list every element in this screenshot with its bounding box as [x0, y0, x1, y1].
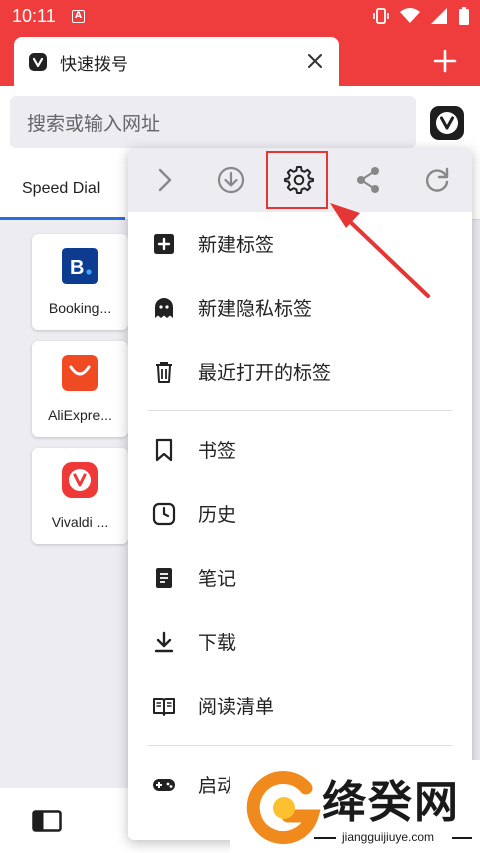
signal-icon [431, 8, 447, 24]
tab-title: 快速拨号 [60, 55, 128, 75]
menu-item-new-private-tab[interactable]: 新建隐私标签 [128, 276, 472, 340]
menu-item-label: 最近打开的标签 [198, 362, 332, 384]
download-icon[interactable] [215, 164, 247, 196]
tab-strip: 快速拨号 [0, 34, 480, 86]
aliexpress-logo-icon [62, 355, 98, 391]
status-bar: 10:11 A [0, 0, 480, 34]
notes-icon [156, 568, 172, 588]
menu-item-history[interactable]: 历史 [128, 482, 472, 546]
active-tab[interactable]: 快速拨号 [14, 37, 339, 86]
menu-item-notes[interactable]: 笔记 [128, 546, 472, 610]
watermark-line [452, 837, 472, 839]
clock-icon [152, 502, 176, 526]
status-icons [372, 6, 470, 26]
tile-label: AliExpre... [48, 407, 112, 423]
reload-icon[interactable] [421, 164, 453, 196]
add-tab-icon [154, 234, 174, 254]
watermark-title: 绛癸网 [322, 777, 460, 828]
panel-icon[interactable] [32, 810, 62, 832]
address-placeholder: 搜索或输入网址 [27, 113, 161, 135]
wifi-icon [400, 8, 420, 23]
menu-item-recent-tabs[interactable]: 最近打开的标签 [128, 340, 472, 404]
menu-item-new-tab[interactable]: 新建标签 [128, 212, 472, 276]
trash-icon [156, 362, 172, 383]
highlight-box [266, 151, 328, 209]
address-input[interactable]: 搜索或输入网址 [10, 96, 416, 148]
menu-item-label: 下载 [198, 632, 237, 654]
vivaldi-icon [29, 53, 47, 71]
menu-divider [148, 745, 452, 746]
notification-icon: A [72, 10, 85, 23]
watermark: 绛癸网 jiangguijiuye.com [230, 760, 480, 853]
tile-label: Booking... [48, 300, 112, 316]
menu-item-label: 新建标签 [198, 234, 275, 256]
close-icon[interactable] [303, 49, 327, 73]
download-icon [154, 631, 174, 653]
watermark-line [314, 837, 336, 839]
menu-item-label: 历史 [198, 504, 237, 526]
status-time: 10:11 [12, 6, 56, 26]
menu-item-label: 新建隐私标签 [198, 298, 313, 320]
bookmark-icon [155, 438, 173, 462]
menu-item-downloads[interactable]: 下载 [128, 610, 472, 674]
share-icon[interactable] [352, 164, 384, 196]
ghost-icon [155, 298, 173, 318]
forward-icon[interactable] [148, 164, 180, 196]
speed-dial-tile-booking[interactable]: B Booking... [32, 234, 128, 330]
menu-item-label: 阅读清单 [198, 696, 275, 718]
menu-item-bookmarks[interactable]: 书签 [128, 418, 472, 482]
vibrate-icon [373, 8, 389, 24]
svg-text:B: B [70, 257, 84, 279]
gamepad-icon [153, 779, 175, 791]
overflow-menu: 新建标签 新建隐私标签 最近打开的标签 书签 历史 笔记 下载 阅读清单 启动 [128, 148, 472, 840]
vivaldi-logo-icon [62, 462, 98, 498]
booking-logo-icon: B [62, 248, 98, 284]
tab-speed-dial[interactable]: Speed Dial [22, 180, 100, 198]
book-icon [153, 698, 175, 716]
battery-icon [459, 7, 469, 25]
menu-toolbar [128, 148, 472, 212]
speed-dial-tile-aliexpress[interactable]: AliExpre... [32, 341, 128, 437]
tile-label: Vivaldi ... [51, 514, 109, 530]
add-tab-button[interactable] [432, 48, 458, 74]
menu-item-reading-list[interactable]: 阅读清单 [128, 674, 472, 738]
menu-item-label: 书签 [198, 440, 237, 462]
menu-item-label: 笔记 [198, 568, 237, 590]
watermark-logo-icon [246, 771, 321, 844]
vivaldi-menu-button[interactable] [428, 104, 466, 142]
speed-dial-tile-vivaldi[interactable]: Vivaldi ... [32, 448, 128, 544]
watermark-subtitle: jiangguijiuye.com [342, 830, 435, 844]
menu-divider [148, 410, 452, 411]
address-row: 搜索或输入网址 [0, 86, 480, 150]
